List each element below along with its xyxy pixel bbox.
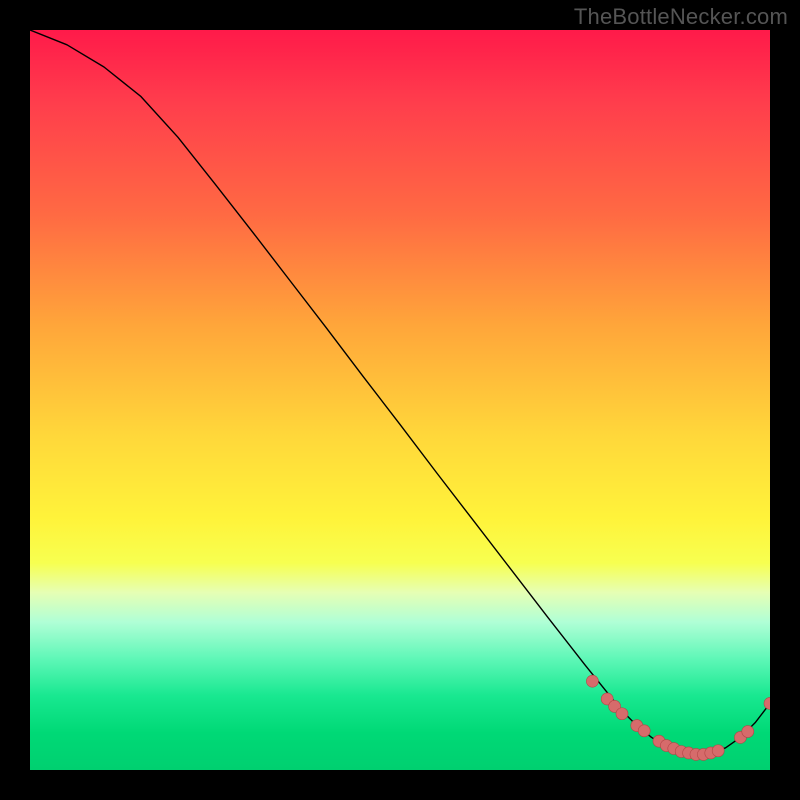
data-marker xyxy=(638,725,650,737)
data-marker xyxy=(616,708,628,720)
data-marker xyxy=(712,745,724,757)
data-marker xyxy=(742,726,754,738)
watermark-text: TheBottleNecker.com xyxy=(574,4,788,30)
chart-svg xyxy=(30,30,770,770)
chart-area xyxy=(30,30,770,770)
data-marker xyxy=(586,675,598,687)
data-marker xyxy=(764,697,770,709)
curve-line xyxy=(30,30,770,755)
data-markers xyxy=(586,675,770,760)
